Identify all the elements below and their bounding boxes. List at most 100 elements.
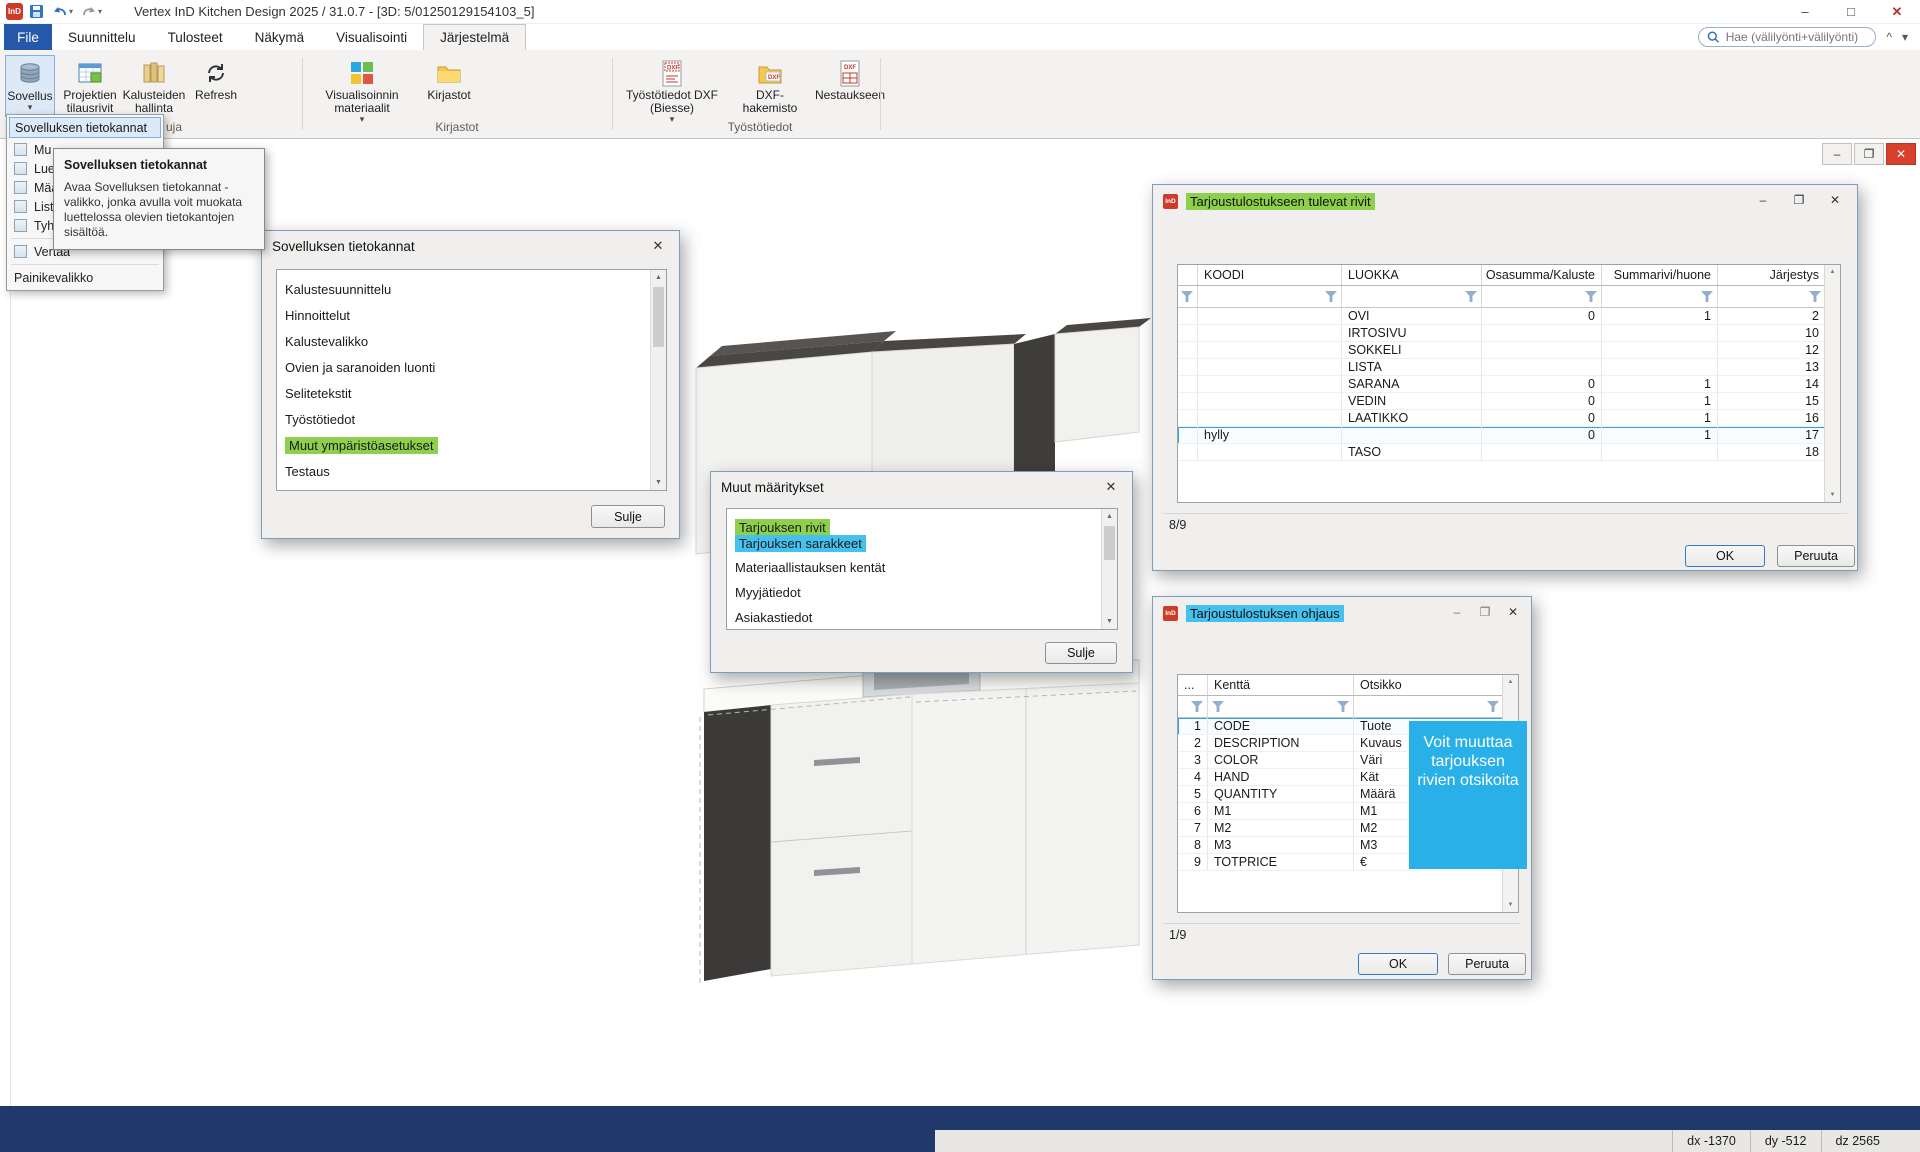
cell[interactable]: 0 <box>1482 393 1602 410</box>
cell[interactable]: 6 <box>1178 803 1208 820</box>
scroll-down-icon[interactable]: ▼ <box>651 475 666 490</box>
table-row[interactable]: TASO 18 <box>1178 444 1826 461</box>
undo-caret-icon[interactable]: ▾ <box>69 7 73 16</box>
filter-funnel-icon[interactable] <box>1465 291 1477 302</box>
cell[interactable] <box>1482 342 1602 359</box>
dialog-maximize-icon[interactable]: ❐ <box>1471 600 1499 624</box>
cell[interactable]: 9 <box>1178 854 1208 871</box>
collapse-ribbon-icon[interactable]: ^ <box>1886 30 1892 44</box>
document-minimize-button[interactable]: – <box>1822 143 1852 165</box>
cell[interactable] <box>1602 444 1718 461</box>
table-row[interactable]: IRTOSIVU 10 <box>1178 325 1826 342</box>
cell[interactable] <box>1198 359 1342 376</box>
scroll-down-icon[interactable]: ▼ <box>1102 614 1117 629</box>
ok-button[interactable]: OK <box>1358 953 1438 975</box>
cell[interactable]: 2 <box>1178 735 1208 752</box>
cell[interactable]: HAND <box>1208 769 1354 786</box>
cell[interactable]: M1 <box>1208 803 1354 820</box>
cell[interactable]: M3 <box>1208 837 1354 854</box>
table-row[interactable]: LAATIKKO 0 1 16 <box>1178 410 1826 427</box>
minimize-button[interactable]: – <box>1782 0 1828 24</box>
sulje-button[interactable]: Sulje <box>1045 642 1117 664</box>
table-scrollbar[interactable]: ▲ ▼ <box>1824 265 1840 502</box>
cell[interactable]: 0 <box>1482 427 1602 444</box>
undo-button[interactable]: ▾ <box>50 2 75 22</box>
scrollbar-thumb[interactable] <box>653 287 664 347</box>
filter-funnel-icon[interactable] <box>1181 291 1193 302</box>
cell[interactable]: 8 <box>1178 837 1208 854</box>
filter-funnel-icon[interactable] <box>1809 291 1821 302</box>
cell[interactable] <box>1342 427 1482 444</box>
list-item[interactable]: Selitetekstit <box>277 380 666 406</box>
filter-cell[interactable] <box>1208 696 1354 717</box>
filter-cell[interactable] <box>1198 286 1342 307</box>
cell[interactable] <box>1198 410 1342 427</box>
dialog-close-icon[interactable]: ✕ <box>1499 600 1527 624</box>
filter-cell[interactable] <box>1178 696 1208 717</box>
cell[interactable]: 2 <box>1718 308 1826 325</box>
filter-cell[interactable] <box>1354 696 1504 717</box>
table-row-selected[interactable]: hylly 0 1 17 <box>1178 427 1826 444</box>
cell[interactable]: QUANTITY <box>1208 786 1354 803</box>
filter-funnel-icon[interactable] <box>1212 701 1224 712</box>
cell[interactable] <box>1178 342 1198 359</box>
search-input[interactable] <box>1726 30 1868 44</box>
cell[interactable]: 16 <box>1718 410 1826 427</box>
cell[interactable]: 0 <box>1482 376 1602 393</box>
dialog-minimize-icon[interactable]: – <box>1745 188 1781 212</box>
cell[interactable]: 5 <box>1178 786 1208 803</box>
cell[interactable] <box>1602 325 1718 342</box>
cell[interactable]: SARANA <box>1342 376 1482 393</box>
list-item[interactable]: Kalustevalikko <box>277 328 666 354</box>
cell[interactable] <box>1602 359 1718 376</box>
cell[interactable]: 1 <box>1602 410 1718 427</box>
cell[interactable] <box>1198 342 1342 359</box>
column-header-summarivi[interactable]: Summarivi/huone <box>1602 265 1718 285</box>
scroll-up-icon[interactable]: ▲ <box>1503 675 1518 689</box>
cell[interactable]: 1 <box>1602 308 1718 325</box>
scroll-down-icon[interactable]: ▼ <box>1825 488 1840 502</box>
list-item[interactable]: Testaus <box>277 458 666 484</box>
ribbon-options-icon[interactable]: ▾ <box>1902 30 1908 44</box>
cell[interactable]: 3 <box>1178 752 1208 769</box>
cell[interactable]: 1 <box>1602 393 1718 410</box>
maximize-button[interactable]: □ <box>1828 0 1874 24</box>
cell[interactable] <box>1178 308 1198 325</box>
table-row[interactable]: SOKKELI 12 <box>1178 342 1826 359</box>
column-header-luokka[interactable]: LUOKKA <box>1342 265 1482 285</box>
cell[interactable]: SOKKELI <box>1342 342 1482 359</box>
scrollbar[interactable]: ▲ ▼ <box>1101 509 1117 629</box>
cell[interactable] <box>1178 444 1198 461</box>
tab-tulosteet[interactable]: Tulosteet <box>152 24 239 50</box>
cell[interactable]: 1 <box>1602 427 1718 444</box>
search-box[interactable] <box>1698 27 1876 47</box>
list-item[interactable]: Ovien ja saranoiden luonti <box>277 354 666 380</box>
cell[interactable]: 18 <box>1718 444 1826 461</box>
column-header-otsikko[interactable]: Otsikko <box>1354 675 1504 695</box>
filter-funnel-icon[interactable] <box>1337 701 1349 712</box>
cell[interactable]: 1 <box>1178 718 1208 735</box>
cell[interactable]: 0 <box>1482 308 1602 325</box>
filter-funnel-icon[interactable] <box>1325 291 1337 302</box>
peruuta-button[interactable]: Peruuta <box>1448 953 1526 975</box>
dialog-minimize-icon[interactable]: – <box>1443 600 1471 624</box>
list-item[interactable]: Materiaallistauksen kentät <box>727 560 1117 576</box>
cell[interactable]: TOTPRICE <box>1208 854 1354 871</box>
cell[interactable] <box>1198 393 1342 410</box>
cell[interactable] <box>1178 376 1198 393</box>
filter-funnel-icon[interactable] <box>1701 291 1713 302</box>
cell[interactable]: LISTA <box>1342 359 1482 376</box>
column-header-index[interactable]: ... <box>1178 675 1208 695</box>
save-button[interactable] <box>27 2 46 22</box>
cell[interactable] <box>1178 393 1198 410</box>
close-button[interactable]: ✕ <box>1874 0 1920 24</box>
table-row[interactable]: LISTA 13 <box>1178 359 1826 376</box>
dialog-title-bar[interactable]: Muut määritykset ✕ <box>711 472 1132 502</box>
menu-item-painikevalikko[interactable]: Painikevalikko <box>7 268 163 287</box>
list-item[interactable]: Työstötiedot <box>277 406 666 432</box>
sulje-button[interactable]: Sulje <box>591 505 665 528</box>
cell[interactable]: LAATIKKO <box>1342 410 1482 427</box>
list-item-highlighted[interactable]: Tarjouksen sarakkeet <box>727 535 1117 551</box>
cell[interactable]: 1 <box>1602 376 1718 393</box>
cell[interactable] <box>1178 359 1198 376</box>
